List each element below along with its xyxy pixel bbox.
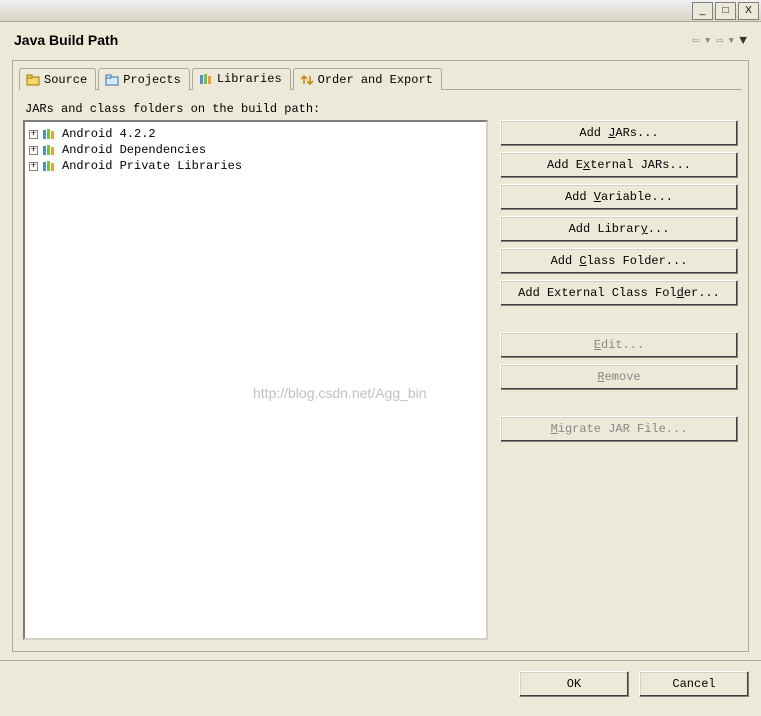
tab-content: JARs and class folders on the build path… [13,90,748,650]
tab-bar: Source Projects Libraries Order and Expo… [13,61,748,89]
menu-dropdown-icon[interactable]: ▼ [739,33,747,48]
page-header: Java Build Path ⇦ ▾ ⇨ ▾ ▼ [0,22,761,60]
nav-arrows: ⇦ ▾ ⇨ ▾ ▼ [692,33,747,48]
forward-dropdown-icon[interactable]: ▾ [727,33,735,48]
add-external-class-folder-button[interactable]: Add External Class Folder... [500,280,738,306]
libraries-icon [199,73,213,85]
add-variable-button[interactable]: Add Variable... [500,184,738,210]
tree-item[interactable]: + Android Private Libraries [27,158,484,174]
add-external-jars-button[interactable]: Add External JARs... [500,152,738,178]
main-panel: Source Projects Libraries Order and Expo… [12,60,749,652]
tab-label: Source [44,73,87,87]
library-icon [42,128,58,140]
tab-label: Projects [123,73,181,87]
minimize-button[interactable]: _ [692,2,713,20]
projects-icon [105,74,119,86]
source-icon [26,74,40,86]
remove-button[interactable]: Remove [500,364,738,390]
page-title: Java Build Path [14,32,118,48]
window-titlebar: _ □ X [0,0,761,22]
add-library-button[interactable]: Add Library... [500,216,738,242]
expand-icon[interactable]: + [29,146,38,155]
library-icon [42,160,58,172]
tab-libraries[interactable]: Libraries [192,68,291,90]
back-arrow-icon[interactable]: ⇦ [692,33,700,48]
edit-button[interactable]: Edit... [500,332,738,358]
close-button[interactable]: X [738,2,759,20]
cancel-button[interactable]: Cancel [639,671,749,697]
add-jars-button[interactable]: Add JARs... [500,120,738,146]
maximize-button[interactable]: □ [715,2,736,20]
tab-order-export[interactable]: Order and Export [293,68,442,90]
tree-item[interactable]: + Android 4.2.2 [27,126,484,142]
close-icon: X [745,5,752,16]
tree-item-label: Android 4.2.2 [62,127,156,141]
ok-button[interactable]: OK [519,671,629,697]
dialog-footer: OK Cancel [0,660,761,707]
tree-item[interactable]: + Android Dependencies [27,142,484,158]
order-export-icon [300,74,314,86]
add-class-folder-button[interactable]: Add Class Folder... [500,248,738,274]
minimize-icon: _ [700,5,706,16]
tab-label: Order and Export [318,73,433,87]
library-icon [42,144,58,156]
tree-item-label: Android Private Libraries [62,159,242,173]
forward-arrow-icon[interactable]: ⇨ [716,33,724,48]
migrate-jar-button[interactable]: Migrate JAR File... [500,416,738,442]
back-dropdown-icon[interactable]: ▾ [704,33,712,48]
tree-item-label: Android Dependencies [62,143,206,157]
tab-projects[interactable]: Projects [98,68,190,90]
button-column: Add JARs... Add External JARs... Add Var… [500,120,738,640]
expand-icon[interactable]: + [29,162,38,171]
library-tree[interactable]: + Android 4.2.2 + Android Dependencies +… [23,120,488,640]
tab-source[interactable]: Source [19,68,96,90]
tab-label: Libraries [217,72,282,86]
maximize-icon: □ [722,5,728,16]
expand-icon[interactable]: + [29,130,38,139]
list-label: JARs and class folders on the build path… [25,102,738,116]
